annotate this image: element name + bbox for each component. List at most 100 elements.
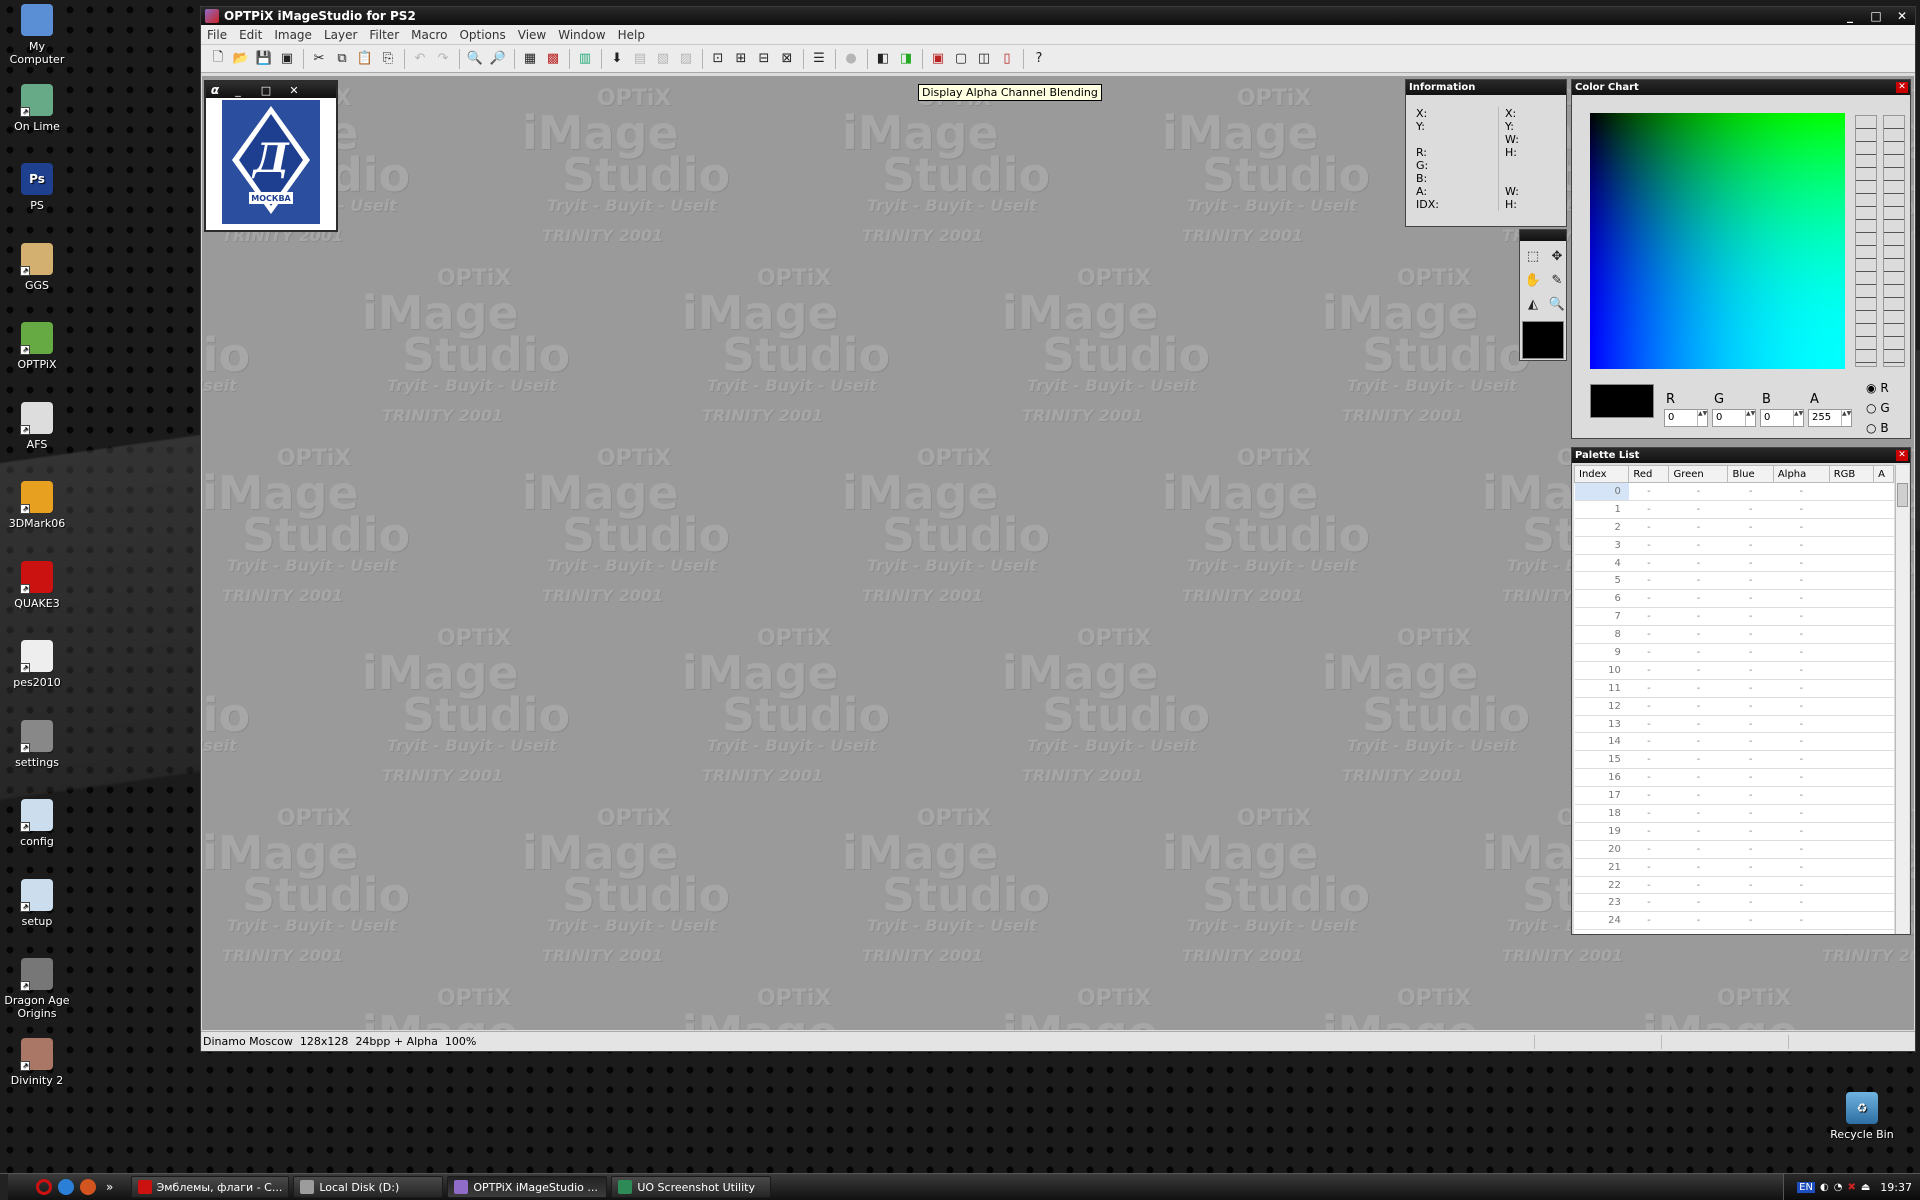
help-icon[interactable]: ? xyxy=(1028,48,1050,70)
color-chart-header[interactable]: Color Chart ✕ xyxy=(1572,80,1910,95)
clock[interactable]: 19:37 xyxy=(1880,1181,1912,1194)
layer-split-icon[interactable]: ▧ xyxy=(652,48,674,70)
channel-value-a-input[interactable]: 255 ▲▼ xyxy=(1808,409,1852,427)
taskbar-button[interactable]: Local Disk (D:) xyxy=(293,1176,444,1198)
app-titlebar[interactable]: OPTPiX iMageStudio for PS2 _ □ ✕ xyxy=(201,7,1915,25)
redo-icon[interactable]: ↷ xyxy=(432,48,454,70)
table-row[interactable]: 2---- xyxy=(1574,518,1894,537)
alpha-view-icon[interactable]: ◧ xyxy=(872,48,894,70)
hand-icon[interactable]: ✋ xyxy=(1522,269,1544,291)
table-row[interactable]: 5---- xyxy=(1574,571,1894,591)
spin-stepper-icon[interactable]: ▲▼ xyxy=(1841,410,1851,426)
desktop-icon-on-lime[interactable]: ↗ On Lime xyxy=(0,83,74,133)
open-folder-icon[interactable]: 📂 xyxy=(230,48,252,70)
radio-r[interactable]: ◉ R xyxy=(1866,378,1890,398)
palette-col-blue[interactable]: Blue xyxy=(1727,465,1774,483)
paste-special-icon[interactable]: ⎘ xyxy=(377,48,399,70)
table-row[interactable]: 12- - - - xyxy=(1574,697,1894,716)
channel-value-b-input[interactable]: 0 ▲▼ xyxy=(1760,409,1804,427)
reduce-colors-icon[interactable]: ▩ xyxy=(542,48,564,70)
menu-image[interactable]: Image xyxy=(268,28,318,42)
window-layout-3-icon[interactable]: ◫ xyxy=(973,48,995,70)
language-indicator[interactable]: EN xyxy=(1797,1181,1815,1193)
desktop-icon-recycle-bin[interactable]: ♻ Recycle Bin xyxy=(1822,1092,1902,1141)
desktop-icon-3dmark06[interactable]: ↗ 3DMark06 xyxy=(0,481,74,530)
taskbar-button[interactable]: Эмблемы, флаги - C... xyxy=(131,1176,290,1198)
window-layout-1-icon[interactable]: ▣ xyxy=(927,48,949,70)
record-icon[interactable]: ● xyxy=(840,48,862,70)
desktop-icon-settings[interactable]: ↗ settings xyxy=(0,719,74,769)
zoom-in-icon[interactable]: 🔍 xyxy=(464,48,486,70)
palette-col-rgb[interactable]: RGB xyxy=(1828,465,1875,483)
spin-stepper-icon[interactable]: ▲▼ xyxy=(1697,410,1707,426)
table-row[interactable]: 20- - - - xyxy=(1574,840,1894,859)
start-strip[interactable] xyxy=(0,1174,8,1200)
window-layout-4-icon[interactable]: ▯ xyxy=(996,48,1018,70)
menu-options[interactable]: Options xyxy=(453,28,511,42)
fill-bucket-icon[interactable]: ◭ xyxy=(1522,293,1544,315)
new-file-icon[interactable]: 🗋 xyxy=(207,48,229,70)
radio-b[interactable]: ○ B xyxy=(1866,418,1890,438)
table-row[interactable]: 6---- xyxy=(1574,589,1894,609)
desktop-icon-dragon-age-origins[interactable]: ↗ Dragon Age Origins xyxy=(0,958,74,1020)
resize-icon[interactable]: ⊡ xyxy=(707,48,729,70)
select-rect-icon[interactable]: ⬚ xyxy=(1522,245,1544,267)
table-row[interactable]: 14- - - - xyxy=(1574,732,1894,752)
import-icon[interactable]: ⬇ xyxy=(606,48,628,70)
image-window-titlebar[interactable]: α _ □ ✕ xyxy=(206,82,336,98)
taskbar-button[interactable]: OPTPiX iMageStudio ... xyxy=(447,1176,608,1198)
table-row[interactable]: 4---- xyxy=(1574,554,1894,573)
desktop-icon-my-computer[interactable]: My Computer xyxy=(0,4,74,66)
table-row[interactable]: 3---- xyxy=(1574,536,1894,555)
taskbar-button[interactable]: UO Screenshot Utility xyxy=(611,1176,772,1198)
layer-merge-icon[interactable]: ▤ xyxy=(629,48,651,70)
zoom-tool-icon[interactable]: 🔍 xyxy=(1546,293,1568,315)
current-color-swatch[interactable] xyxy=(1522,321,1564,359)
crop-icon[interactable]: ⊞ xyxy=(730,48,752,70)
palette-col-alpha[interactable]: Alpha xyxy=(1772,465,1830,483)
pencil-icon[interactable]: ✎ xyxy=(1546,269,1568,291)
quicklaunch-chevron-icon[interactable]: » xyxy=(106,1180,113,1194)
table-row[interactable]: 10- - - - xyxy=(1574,661,1894,680)
network-icon[interactable]: ◐ xyxy=(1820,1182,1829,1193)
palette-col-red[interactable]: Red xyxy=(1628,465,1670,483)
red-slider-track[interactable] xyxy=(1855,115,1877,367)
table-row[interactable]: 23- - - - xyxy=(1574,893,1894,913)
save-icon[interactable]: 💾 xyxy=(253,48,275,70)
browser-icon[interactable] xyxy=(80,1179,96,1195)
menu-filter[interactable]: Filter xyxy=(363,28,405,42)
menu-file[interactable]: File xyxy=(201,28,233,42)
copy-icon[interactable]: ⧉ xyxy=(331,48,353,70)
table-row[interactable]: 13- - - - xyxy=(1574,715,1894,734)
table-row[interactable]: 16- - - - xyxy=(1574,768,1894,788)
palette-scrollbar[interactable] xyxy=(1895,465,1909,934)
menu-window[interactable]: Window xyxy=(552,28,611,42)
safely-remove-icon[interactable]: ⏏ xyxy=(1861,1182,1870,1193)
paste-icon[interactable]: 📋 xyxy=(354,48,376,70)
table-row[interactable]: 21- - - - xyxy=(1574,858,1894,877)
table-row[interactable]: 22- - - - xyxy=(1574,876,1894,895)
spin-stepper-icon[interactable]: ▲▼ xyxy=(1745,410,1755,426)
table-row[interactable]: 17- - - - xyxy=(1574,786,1894,806)
table-row[interactable]: 11- - - - xyxy=(1574,679,1894,698)
table-row[interactable]: 0---- xyxy=(1574,482,1894,501)
desktop-icon-afs[interactable]: ↗ AFS xyxy=(0,401,74,451)
desktop-icon-ggs[interactable]: ↗ GGS xyxy=(0,242,74,292)
radio-g[interactable]: ○ G xyxy=(1866,398,1890,418)
channel-value-r-input[interactable]: 0 ▲▼ xyxy=(1664,409,1708,427)
save-all-icon[interactable]: ▣ xyxy=(276,48,298,70)
ie-icon[interactable] xyxy=(58,1179,74,1195)
spin-stepper-icon[interactable]: ▲▼ xyxy=(1793,410,1803,426)
information-panel-header[interactable]: Information xyxy=(1406,80,1566,95)
table-row[interactable]: 9---- xyxy=(1574,643,1894,662)
desktop-icon-optpix[interactable]: ↗ OPTPiX xyxy=(0,322,74,371)
maximize-button[interactable]: □ xyxy=(1863,8,1889,24)
close-button[interactable]: ✕ xyxy=(1889,8,1915,24)
color-chart-close-icon[interactable]: ✕ xyxy=(1896,82,1908,93)
desktop-icon-config[interactable]: ↗ config xyxy=(0,799,74,848)
table-row[interactable]: 15- - - - xyxy=(1574,750,1894,770)
transform-icon[interactable]: ⊠ xyxy=(776,48,798,70)
grid-icon[interactable]: ▦ xyxy=(519,48,541,70)
table-row[interactable]: 24- - - - xyxy=(1574,911,1894,931)
opera-icon[interactable] xyxy=(36,1179,52,1195)
